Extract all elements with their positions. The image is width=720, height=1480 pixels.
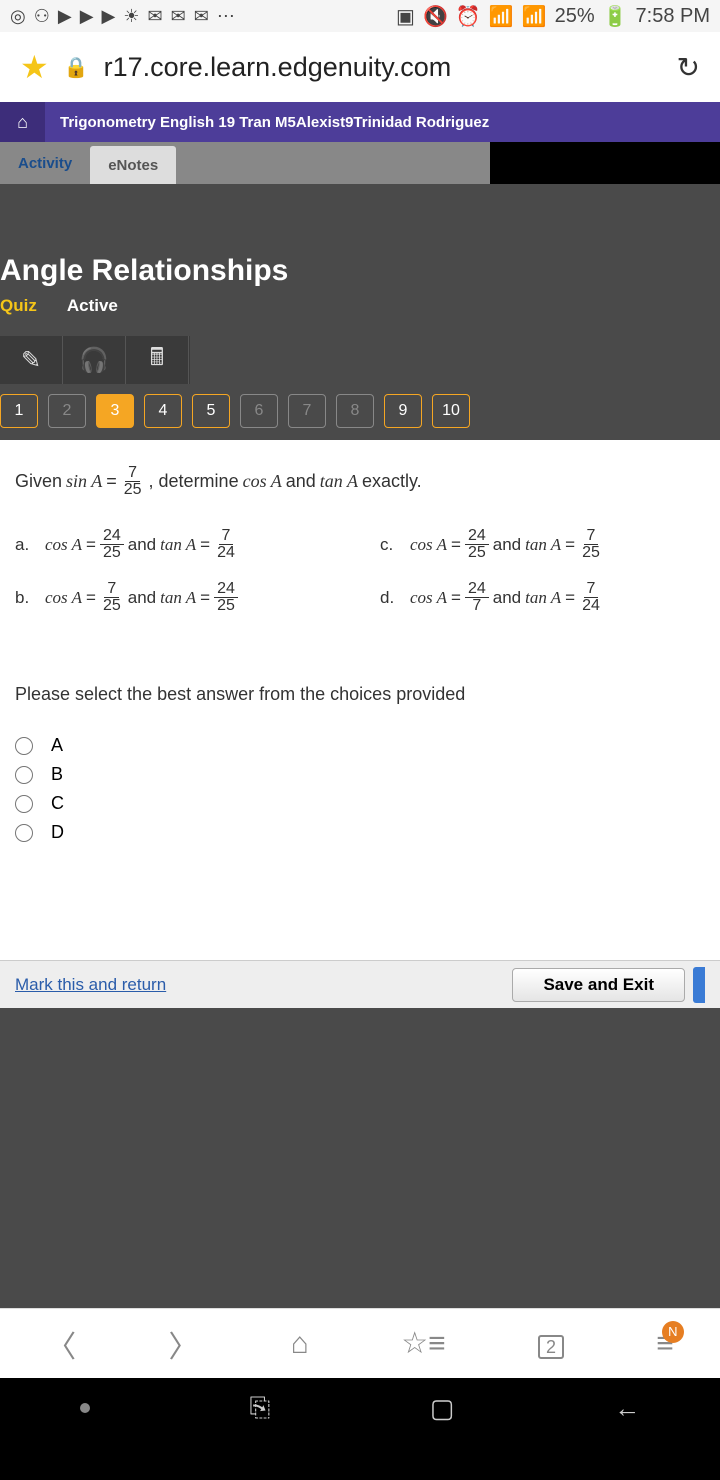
question-2[interactable]: 2	[48, 394, 86, 428]
calculator-icon[interactable]: 🖩	[126, 336, 189, 384]
battery-saver-icon: ▣	[396, 4, 415, 29]
sys-dot-icon	[80, 1403, 90, 1413]
quiz-label: Quiz	[0, 296, 37, 316]
choice-c[interactable]: C	[15, 793, 705, 814]
question-8[interactable]: 8	[336, 394, 374, 428]
instagram-icon: ◎	[10, 6, 26, 27]
radio-b[interactable]	[15, 766, 33, 784]
signal-icon: 📶	[522, 4, 547, 29]
answer-prompt: Please select the best answer from the c…	[15, 684, 705, 705]
home-button[interactable]: ⌂	[0, 102, 45, 142]
tabs-bar: Activity eNotes	[0, 142, 490, 184]
answer-choices: A B C D	[15, 735, 705, 843]
cloud-icon: ☀	[123, 6, 139, 27]
back-icon[interactable]: 〈	[46, 1322, 76, 1366]
mail-icon: ✉	[194, 6, 209, 27]
recents-icon[interactable]: ⎘	[249, 1392, 270, 1424]
question-5[interactable]: 5	[192, 394, 230, 428]
status-bar: ◎ ⚇ ▶ ▶ ▶ ☀ ✉ ✉ ✉ ⋯ ▣ 🔇 ⏰ 📶 📶 25% 🔋 7:58…	[0, 0, 720, 32]
question-nav: 1 2 3 4 5 6 7 8 9 10	[0, 384, 720, 438]
question-4[interactable]: 4	[144, 394, 182, 428]
page-title: Angle Relationships	[0, 254, 720, 288]
menu-badge: N	[662, 1321, 684, 1343]
question-7[interactable]: 7	[288, 394, 326, 428]
option-b: b. cos A = 725 and tan A = 2425	[15, 581, 340, 614]
bookmarks-icon[interactable]: ☆≡	[401, 1326, 445, 1361]
radio-a[interactable]	[15, 737, 33, 755]
home-icon[interactable]: ⌂	[291, 1327, 309, 1361]
play-icon: ▶	[102, 6, 116, 27]
sys-back-icon[interactable]: ←	[614, 1393, 640, 1424]
bookmark-star-icon[interactable]: ★	[20, 48, 49, 86]
question-content: Given sin A = 725 , determine cos A and …	[0, 440, 720, 960]
choice-a[interactable]: A	[15, 735, 705, 756]
radio-c[interactable]	[15, 795, 33, 813]
play-icon: ▶	[80, 6, 94, 27]
tab-enotes[interactable]: eNotes	[90, 146, 176, 184]
question-stem: Given sin A = 725 , determine cos A and …	[15, 465, 705, 498]
mail-icon: ✉	[148, 6, 163, 27]
menu-icon[interactable]: ≡N	[656, 1327, 674, 1361]
empty-space	[0, 1008, 720, 1308]
more-icon: ⋯	[217, 6, 235, 27]
battery-icon: 🔋	[603, 4, 628, 29]
pencil-icon[interactable]: ✎	[0, 336, 63, 384]
option-c: c. cos A = 2425 and tan A = 725	[380, 528, 705, 561]
sys-home-icon[interactable]: ▢	[430, 1393, 455, 1424]
voicemail-icon: ⚇	[34, 6, 50, 27]
radio-d[interactable]	[15, 824, 33, 842]
footer-bar: Mark this and return Save and Exit	[0, 960, 720, 1008]
battery-percent: 25%	[555, 5, 595, 28]
system-nav: ⎘ ▢ ←	[0, 1378, 720, 1438]
course-header: ⌂ Trigonometry English 19 Tran M5Alexist…	[0, 102, 720, 142]
tabs-icon[interactable]: 2	[538, 1327, 564, 1361]
reload-icon[interactable]: ↻	[677, 51, 700, 84]
wifi-icon: 📶	[489, 4, 514, 29]
question-9[interactable]: 9	[384, 394, 422, 428]
mute-icon: 🔇	[423, 4, 448, 29]
option-d: d. cos A = 247 and tan A = 724	[380, 581, 705, 614]
tab-activity[interactable]: Activity	[0, 142, 90, 184]
lock-icon: 🔒	[64, 55, 89, 80]
forward-icon[interactable]: 〉	[168, 1322, 198, 1366]
headphones-icon[interactable]: 🎧	[63, 336, 126, 384]
question-10[interactable]: 10	[432, 394, 470, 428]
play-icon: ▶	[58, 6, 72, 27]
choice-b[interactable]: B	[15, 764, 705, 785]
question-3[interactable]: 3	[96, 394, 134, 428]
choice-d[interactable]: D	[15, 822, 705, 843]
clock: 7:58 PM	[636, 5, 710, 28]
save-exit-button[interactable]: Save and Exit	[512, 968, 685, 1002]
browser-nav: 〈 〉 ⌂ ☆≡ 2 ≡N	[0, 1308, 720, 1378]
mark-return-link[interactable]: Mark this and return	[15, 975, 166, 995]
gmail-icon: ✉	[171, 6, 186, 27]
question-1[interactable]: 1	[0, 394, 38, 428]
question-6[interactable]: 6	[240, 394, 278, 428]
next-button-edge[interactable]	[693, 967, 705, 1003]
url-text[interactable]: r17.core.learn.edgenuity.com	[104, 52, 662, 83]
active-label: Active	[67, 296, 118, 316]
browser-bar: ★ 🔒 r17.core.learn.edgenuity.com ↻	[0, 32, 720, 102]
option-a: a. cos A = 2425 and tan A = 724	[15, 528, 340, 561]
tools-row: ✎ 🎧 🖩	[0, 336, 190, 384]
course-title: Trigonometry English 19 Tran M5Alexist9T…	[45, 114, 489, 131]
alarm-icon: ⏰	[456, 4, 481, 29]
